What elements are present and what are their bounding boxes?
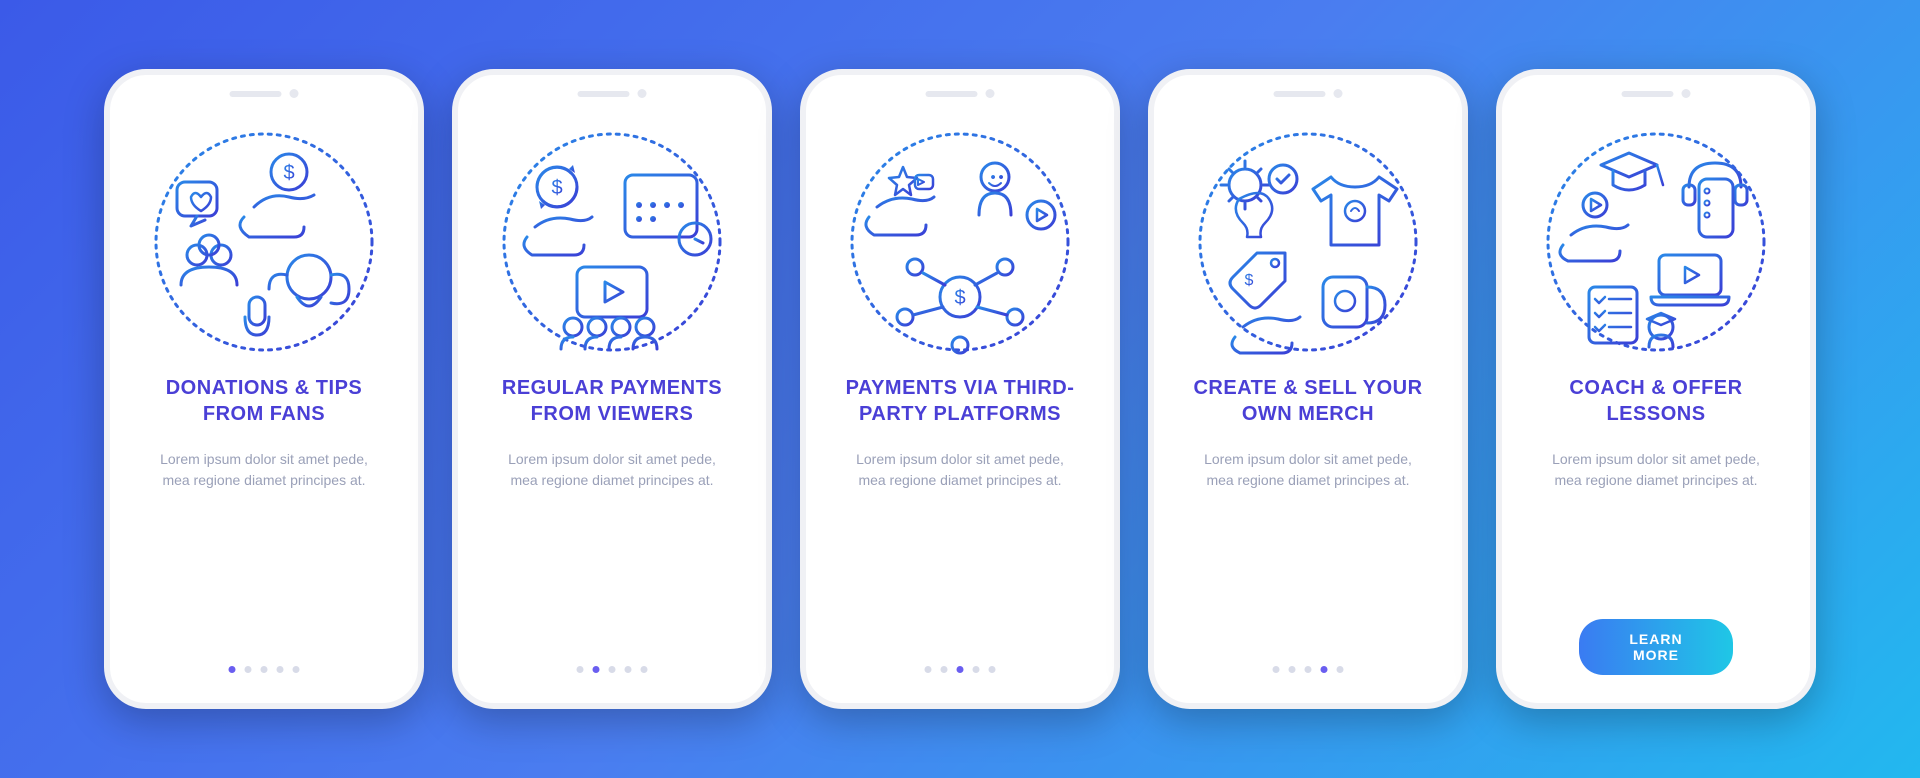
onboarding-screen-2: $ [452,69,772,709]
dot-4[interactable] [625,666,632,673]
dot-4[interactable] [1321,666,1328,673]
dot-4[interactable] [973,666,980,673]
phone-notch [578,89,647,98]
screen-title: DONATIONS & TIPS FROM FANS [136,375,392,427]
onboarding-screen-5: COACH & OFFER LESSONS Lorem ipsum dolor … [1496,69,1816,709]
screen-description: Lorem ipsum dolor sit amet pede, mea reg… [1180,449,1436,491]
dot-3[interactable] [609,666,616,673]
dot-5[interactable] [989,666,996,673]
svg-text:$: $ [551,177,562,199]
phone-speaker [578,91,630,97]
phone-camera [986,89,995,98]
page-indicator [229,666,300,673]
donations-icon: $ [149,127,379,357]
dot-3[interactable] [261,666,268,673]
phone-speaker [1274,91,1326,97]
phone-camera [1334,89,1343,98]
svg-text:$: $ [283,162,294,184]
phone-notch [926,89,995,98]
svg-text:$: $ [1245,272,1254,289]
coach-icon [1541,127,1771,357]
third-party-icon: $ [845,127,1075,357]
onboarding-screen-3: $ PAYMENTS VIA THIRD-PARTY PLATFORMS Lor… [800,69,1120,709]
phone-notch [230,89,299,98]
screen-description: Lorem ipsum dolor sit amet pede, mea reg… [484,449,740,491]
onboarding-screen-4: $ CREATE & SELL YOUR OWN MERCH Lorem ips… [1148,69,1468,709]
dot-3[interactable] [1305,666,1312,673]
phone-camera [638,89,647,98]
dot-2[interactable] [245,666,252,673]
dot-2[interactable] [1289,666,1296,673]
screen-description: Lorem ipsum dolor sit amet pede, mea reg… [136,449,392,491]
phone-speaker [1622,91,1674,97]
cta-container: LEARN MORE [1579,619,1733,675]
phone-speaker [230,91,282,97]
dot-1[interactable] [577,666,584,673]
dot-2[interactable] [593,666,600,673]
dot-1[interactable] [925,666,932,673]
phone-camera [1682,89,1691,98]
phone-speaker [926,91,978,97]
dot-1[interactable] [1273,666,1280,673]
screen-title: REGULAR PAYMENTS FROM VIEWERS [484,375,740,427]
page-indicator [1273,666,1344,673]
screen-description: Lorem ipsum dolor sit amet pede, mea reg… [1528,449,1784,491]
screen-title: CREATE & SELL YOUR OWN MERCH [1180,375,1436,427]
screen-title: COACH & OFFER LESSONS [1528,375,1784,427]
screen-title: PAYMENTS VIA THIRD-PARTY PLATFORMS [832,375,1088,427]
phone-notch [1274,89,1343,98]
onboarding-row: $ [104,69,1816,709]
learn-more-button[interactable]: LEARN MORE [1579,619,1733,675]
dot-5[interactable] [293,666,300,673]
svg-text:$: $ [954,287,965,309]
regular-payments-icon: $ [497,127,727,357]
screen-description: Lorem ipsum dolor sit amet pede, mea reg… [832,449,1088,491]
dot-1[interactable] [229,666,236,673]
phone-camera [290,89,299,98]
dot-2[interactable] [941,666,948,673]
page-indicator [577,666,648,673]
dot-5[interactable] [641,666,648,673]
onboarding-screen-1: $ [104,69,424,709]
phone-notch [1622,89,1691,98]
dot-4[interactable] [277,666,284,673]
merch-icon: $ [1193,127,1423,357]
dot-3[interactable] [957,666,964,673]
page-indicator [925,666,996,673]
dot-5[interactable] [1337,666,1344,673]
